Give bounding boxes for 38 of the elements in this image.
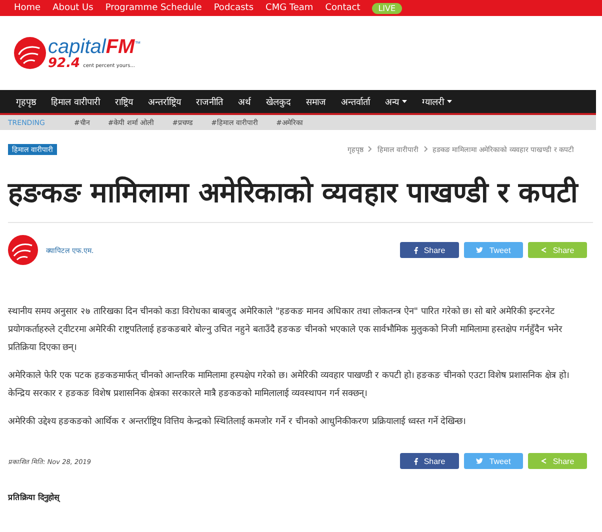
facebook-icon [414,246,418,254]
article-paragraph: अमेरिकाले फेरि एक पटक हङकङमार्फत् चीनको आन्तरिक मामिलामा हस्पक्षेप गरेको छ। अमेरिकी व्यवहार पाखण्डी र कपटी हो। हङकङ चीनको एउटा विशेष प्रशासनिक क्षेत्र हो। केन्द्रिय सरकार र हङकङ विशेष प्रशासनिक क्षेत्रका सरकारले मात्रै हङकङको मामिलालाई व्यवस्थापन गर्न सक्छन्। [8,369,570,401]
top-nav-link[interactable]: Podcasts [214,3,254,13]
comment-heading: प्रतिक्रिया दिनुहोस् [8,492,62,502]
facebook-icon [414,458,418,464]
twitter-bird-icon [476,458,484,464]
nav-menu-item[interactable]: गृहपृष्ठ [16,95,36,108]
nav-menu-item[interactable]: खेलकुद [266,95,291,108]
top-nav-link[interactable]: CMG Team [266,3,314,13]
article-paragraph: अमेरिकी उद्देश्य हङकङको आर्थिक र अन्तर्राष्ट्रिय वित्तिय केन्द्रको स्थितिलाई कमजोर गर्ने र चीनको आधुनिकीकरण प्रक्रियालाई ध्वस्त गर्ने देखिन्छ। [8,415,467,429]
top-nav-link[interactable]: About Us [52,3,94,13]
twitter-bird-icon [476,247,484,253]
logo-swirl-icon [14,37,46,69]
share-button[interactable]: Share [400,242,459,258]
top-nav-link[interactable]: Programme Schedule [105,3,202,13]
nav-menu-item[interactable]: अन्तर्राष्ट्रिय [148,95,181,108]
nav-menu-item[interactable]: अन्य [384,95,407,108]
chevron-icon [368,146,372,152]
caret-icon [402,100,407,103]
share-icon [540,458,547,464]
nav-menu-item[interactable]: समाज [306,95,326,108]
article-title: हङकङ मामिलामा अमेरिकाको व्यवहार पाखण्डी र कपटी [8,172,593,223]
nav-menu-item[interactable]: ग्यालरी [422,95,452,108]
share-button[interactable]: Share [400,453,459,469]
top-nav-link[interactable]: Contact [325,3,360,13]
chevron-icon [424,146,428,152]
logo-wordmark: capitalFM$^{™}$ [48,36,141,56]
logo-swirl-icon [8,235,38,265]
nav-menu-item[interactable]: अर्थ [238,95,251,108]
top-nav-link[interactable]: Home [14,3,41,13]
logo-frequency: 92.4 [48,56,80,70]
nav-menu-item[interactable]: हिमाल वारीपारी [51,95,100,108]
nav-menu-item[interactable]: अन्तर्वार्ता [340,95,370,108]
nav-menu-item[interactable]: राजनीति [196,95,223,108]
nav-menu-item[interactable]: राष्ट्रिय [114,95,133,108]
caret-icon [446,100,452,103]
article-paragraph: स्थानीय समय अनुसार २७ तारिखका दिन चीनको कडा विरोधका बाबजुद अमेरिकाले "हङकङ मानव अधिकार तथा लोकतन्त्र ऐन" पारित गरेको छ। सो बारे अमेरिकी इन्टरनेट प्रयोगकर्ताहरुले ट्वीटरमा अमेरिकी राष्ट्रपतिलाई हङकङबारे बोल्नु उचित नहुने बताउँदै हङकङ चीनको भएकाले एक सार्वभौमिक मुलुकको निजी मामिलामा हस्तक्षेप गर्नहुँदैन भनेर प्रतिक्रिया दिएका छन्। [8,305,564,355]
share-icon [540,247,547,253]
